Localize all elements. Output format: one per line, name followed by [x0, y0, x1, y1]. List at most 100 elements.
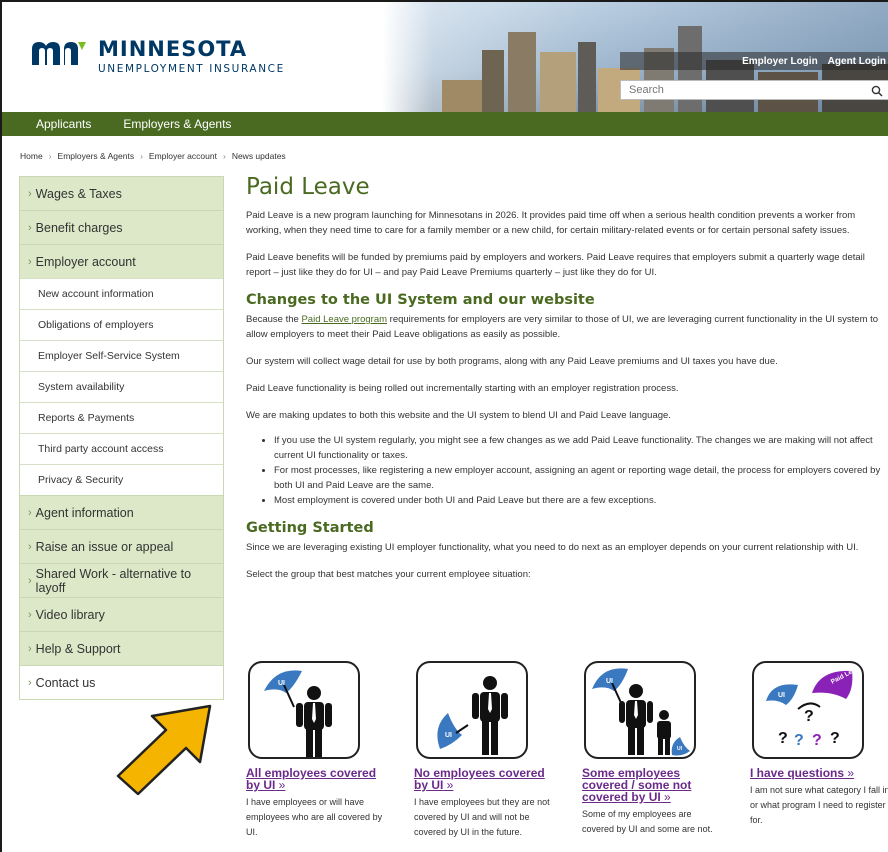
umbrella-label: UI: [677, 746, 683, 752]
nav-employers-agents[interactable]: Employers & Agents: [109, 117, 245, 131]
agent-login-link[interactable]: Agent Login: [828, 56, 886, 67]
card-questions[interactable]: UI Paid Leave ? ? ? ? ? I have questions…: [750, 661, 888, 828]
getting-started-paragraph: Since we are leveraging existing UI empl…: [246, 542, 859, 553]
breadcrumb-separator-icon: ›: [48, 151, 52, 161]
question-mark: ?: [812, 732, 822, 749]
page-frame: MINNESOTA UNEMPLOYMENT INSURANCE Employe…: [0, 0, 888, 852]
sidebar-item-wages-taxes[interactable]: › Wages & Taxes: [20, 176, 223, 210]
login-bar: Employer Login Agent Login: [620, 52, 888, 70]
card-description: I have employees or will have employees …: [246, 797, 383, 837]
card-link-label: No employees covered by UI: [414, 766, 545, 792]
text-span: Because the: [246, 314, 302, 325]
breadcrumb-employers-agents[interactable]: Employers & Agents: [58, 151, 135, 161]
sidebar-item-label: Benefit charges: [35, 220, 123, 235]
card-no-covered[interactable]: UI No employees covered by UI » I have e…: [414, 661, 554, 840]
sidebar-subitem-third-party[interactable]: Third party account access: [20, 433, 223, 464]
intro-paragraph: Paid Leave is a new program launching fo…: [246, 210, 856, 236]
sidebar-item-help-support[interactable]: › Help & Support: [20, 631, 223, 665]
card-link-label: Some employees covered / some not covere…: [582, 766, 692, 804]
some-covered-icon[interactable]: UI UI: [584, 661, 696, 759]
main-content: Paid Leave Paid Leave is a new program l…: [246, 174, 888, 594]
sidebar-subitem-self-service[interactable]: Employer Self-Service System: [20, 340, 223, 371]
employer-login-link[interactable]: Employer Login: [742, 56, 818, 67]
sidebar-item-label: Raise an issue or appeal: [35, 539, 174, 554]
wage-detail-paragraph: Our system will collect wage detail for …: [246, 356, 778, 367]
chevron-right-icon: ›: [28, 608, 32, 621]
sidebar-item-label: Help & Support: [35, 641, 121, 656]
rollout-paragraph: Paid Leave functionality is being rolled…: [246, 383, 679, 394]
some-employees-covered-link[interactable]: Some employees covered / some not covere…: [582, 767, 722, 803]
i-have-questions-link[interactable]: I have questions »: [750, 767, 888, 779]
sidebar-item-video-library[interactable]: › Video library: [20, 597, 223, 631]
site-logo[interactable]: MINNESOTA UNEMPLOYMENT INSURANCE: [30, 38, 285, 75]
brand-name: MINNESOTA: [98, 37, 248, 61]
card-all-covered[interactable]: UI All employees covered by UI » I have …: [246, 661, 386, 840]
sidebar-item-label: Agent information: [35, 505, 134, 520]
breadcrumb-separator-icon: ›: [222, 151, 226, 161]
question-mark: ?: [794, 732, 804, 749]
chevron-right-icon: ›: [28, 506, 32, 519]
pointer-arrow-icon: [114, 700, 214, 801]
question-mark: ?: [830, 730, 840, 747]
changes-paragraph: Because the Paid Leave program requireme…: [246, 312, 888, 342]
sidebar-item-raise-issue[interactable]: › Raise an issue or appeal: [20, 529, 223, 563]
all-employees-covered-link[interactable]: All employees covered by UI »: [246, 767, 386, 791]
sidebar-item-benefit-charges[interactable]: › Benefit charges: [20, 210, 223, 244]
nav-applicants[interactable]: Applicants: [2, 117, 109, 131]
umbrella-label: UI: [778, 692, 785, 699]
sidebar-item-employer-account[interactable]: › Employer account: [20, 244, 223, 278]
chevron-right-icon: ›: [28, 255, 32, 268]
list-item: Most employment is covered under both UI…: [274, 493, 888, 508]
sidebar-item-shared-work[interactable]: › Shared Work - alternative to layoff: [20, 563, 223, 597]
sidebar-subitem-obligations[interactable]: Obligations of employers: [20, 309, 223, 340]
chevron-right-icon: ›: [28, 642, 32, 655]
no-employees-covered-link[interactable]: No employees covered by UI »: [414, 767, 554, 791]
card-description: Some of my employees are covered by UI a…: [582, 809, 713, 834]
none-covered-icon[interactable]: UI: [416, 661, 528, 759]
breadcrumb-home[interactable]: Home: [20, 151, 43, 161]
card-some-covered[interactable]: UI UI Some employees covered / some not …: [582, 661, 722, 837]
card-link-label: All employees covered by UI: [246, 766, 377, 792]
card-description: I have employees but they are not covere…: [414, 797, 550, 837]
search-input[interactable]: [621, 84, 861, 96]
sidebar-subitem-reports-payments[interactable]: Reports & Payments: [20, 402, 223, 433]
card-link-label: I have questions: [750, 766, 845, 780]
double-chevron-right-icon: »: [660, 790, 671, 804]
questions-icon[interactable]: UI Paid Leave ? ? ? ? ?: [752, 661, 864, 759]
sidebar-item-label: Employer account: [35, 254, 136, 269]
double-chevron-right-icon: »: [844, 766, 855, 780]
sidebar-subitem-system-availability[interactable]: System availability: [20, 371, 223, 402]
search-box: [620, 80, 888, 100]
list-item: If you use the UI system regularly, you …: [274, 433, 888, 463]
section-heading-getting-started: Getting Started: [246, 520, 374, 536]
minnesota-logo-mark-icon: [30, 40, 88, 66]
paid-leave-program-link[interactable]: Paid Leave program: [301, 314, 387, 325]
brand-subtitle: UNEMPLOYMENT INSURANCE: [98, 63, 285, 75]
breadcrumb: Home › Employers & Agents › Employer account…: [20, 151, 286, 161]
sidebar-item-label: Video library: [35, 607, 105, 622]
chevron-right-icon: ›: [28, 221, 32, 234]
changes-list: If you use the UI system regularly, you …: [274, 433, 888, 508]
sidebar-subitem-privacy-security[interactable]: Privacy & Security: [20, 464, 223, 495]
chevron-right-icon: ›: [28, 540, 32, 553]
funding-paragraph: Paid Leave benefits will be funded by pr…: [246, 252, 865, 278]
sidebar: › Wages & Taxes › Benefit charges › Employe…: [19, 176, 224, 700]
updates-paragraph: We are making updates to both this websi…: [246, 410, 671, 421]
search-icon[interactable]: [871, 84, 883, 102]
sidebar-item-contact-us[interactable]: › Contact us: [20, 665, 223, 699]
sidebar-item-label: Wages & Taxes: [35, 186, 122, 201]
sidebar-subitem-new-account[interactable]: New account information: [20, 278, 223, 309]
umbrella-label: UI: [445, 732, 452, 739]
question-mark: ?: [778, 730, 788, 747]
breadcrumb-news-updates: News updates: [231, 151, 286, 161]
select-group-paragraph: Select the group that best matches your …: [246, 569, 531, 580]
breadcrumb-separator-icon: ›: [140, 151, 143, 161]
card-description: I am not sure what category I fall in or…: [750, 785, 888, 825]
sidebar-item-label: Shared Work - alternative to layoff: [35, 566, 192, 595]
chevron-right-icon: ›: [28, 676, 32, 689]
all-covered-icon[interactable]: UI: [248, 661, 360, 759]
sidebar-item-agent-information[interactable]: › Agent information: [20, 495, 223, 529]
chevron-right-icon: ›: [28, 574, 32, 587]
breadcrumb-employer-account[interactable]: Employer account: [149, 151, 217, 161]
section-heading-changes: Changes to the UI System and our website: [246, 292, 595, 308]
